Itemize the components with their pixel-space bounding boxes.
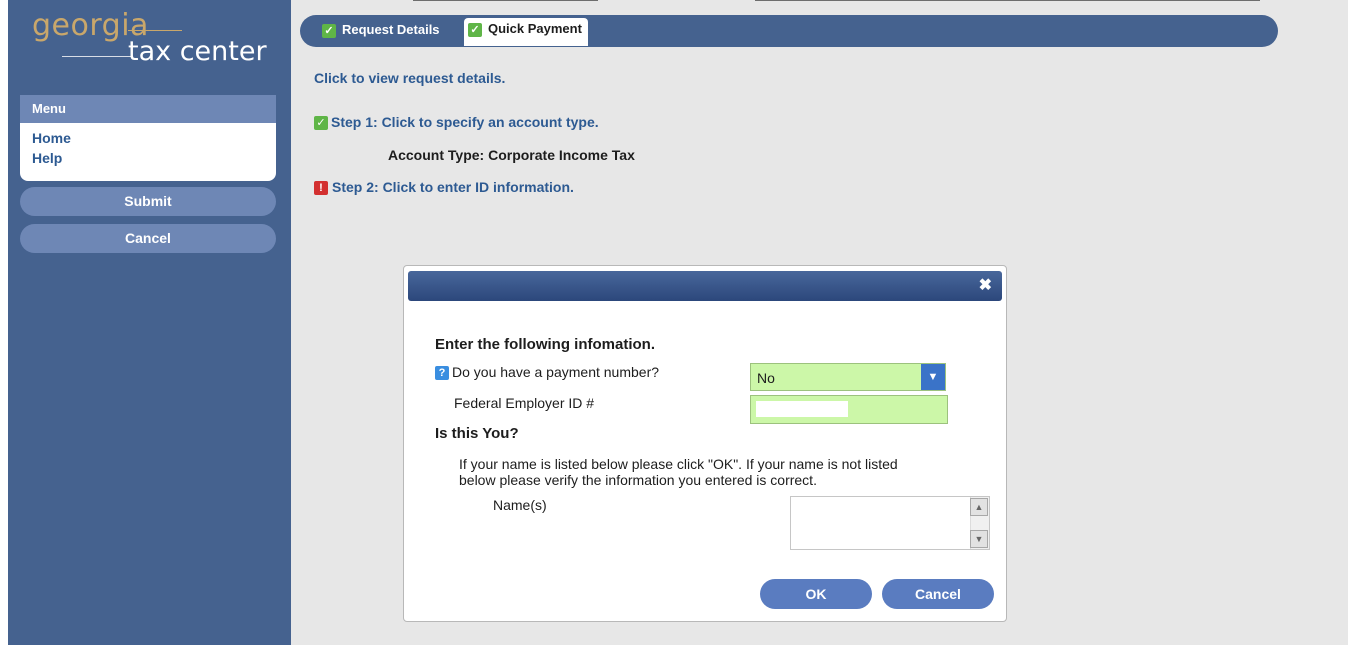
ok-button[interactable]: OK [760, 579, 872, 609]
payment-number-value: No [757, 370, 775, 386]
dialog-header: ✖ [408, 271, 1002, 301]
scroll-up-icon[interactable]: ▲ [970, 498, 988, 516]
chevron-down-icon[interactable]: ▼ [921, 364, 945, 390]
check-icon: ✓ [468, 22, 482, 37]
step-1-link[interactable]: Step 1: Click to specify an account type… [331, 114, 599, 130]
check-icon: ✓ [322, 23, 336, 38]
menu-item-help[interactable]: Help [20, 148, 276, 168]
names-scrollbar[interactable]: ▲ ▼ [970, 497, 989, 549]
help-icon[interactable]: ? [435, 366, 449, 381]
top-divider [413, 0, 598, 4]
tab-label: Request Details [342, 22, 440, 37]
payment-number-question: ? Do you have a payment number? [435, 364, 660, 381]
is-this-you-heading: Is this You? [435, 425, 519, 442]
step-2-row[interactable]: ! Step 2: Click to enter ID information. [314, 179, 574, 197]
check-icon: ✓ [314, 115, 328, 130]
menu-panel: Menu Home Help [20, 95, 276, 181]
top-divider [755, 0, 1260, 4]
id-information-dialog: ✖ Enter the following infomation. ? Do yo… [403, 265, 1007, 622]
tab-bar: ✓ Request Details ✓ Quick Payment [300, 15, 1278, 47]
names-label: Name(s) [493, 497, 547, 513]
dialog-heading: Enter the following infomation. [435, 336, 655, 353]
names-listbox[interactable]: ▲ ▼ [790, 496, 990, 550]
payment-question-label: Do you have a payment number? [452, 364, 660, 380]
logo-rule-1 [128, 30, 182, 31]
menu-title: Menu [20, 95, 276, 123]
close-icon[interactable]: ✖ [979, 278, 992, 294]
alert-icon: ! [314, 180, 328, 195]
logo-rule-2 [62, 56, 132, 57]
logo-line-2: tax center [128, 36, 267, 67]
account-type-text: Account Type: Corporate Income Tax [388, 147, 635, 163]
submit-button[interactable]: Submit [20, 187, 276, 216]
georgia-tax-center-logo: georgia tax center [32, 8, 282, 68]
cancel-button[interactable]: Cancel [20, 224, 276, 253]
payment-number-select[interactable]: No ▼ [750, 363, 946, 391]
fein-label: Federal Employer ID # [454, 395, 595, 411]
scroll-down-icon[interactable]: ▼ [970, 530, 988, 548]
fein-redacted-value [756, 401, 848, 417]
instructions-text: If your name is listed below please clic… [459, 456, 898, 488]
dialog-cancel-button[interactable]: Cancel [882, 579, 994, 609]
step-2-link[interactable]: Step 2: Click to enter ID information. [332, 179, 574, 195]
fein-input[interactable] [750, 395, 948, 424]
tab-quick-payment[interactable]: ✓ Quick Payment [464, 18, 588, 46]
tab-label: Quick Payment [488, 21, 582, 36]
tab-request-details[interactable]: ✓ Request Details [318, 19, 446, 41]
step-1-row[interactable]: ✓ Step 1: Click to specify an account typ… [314, 114, 599, 132]
view-request-details-link[interactable]: Click to view request details. [314, 70, 505, 86]
menu-item-home[interactable]: Home [20, 128, 276, 148]
